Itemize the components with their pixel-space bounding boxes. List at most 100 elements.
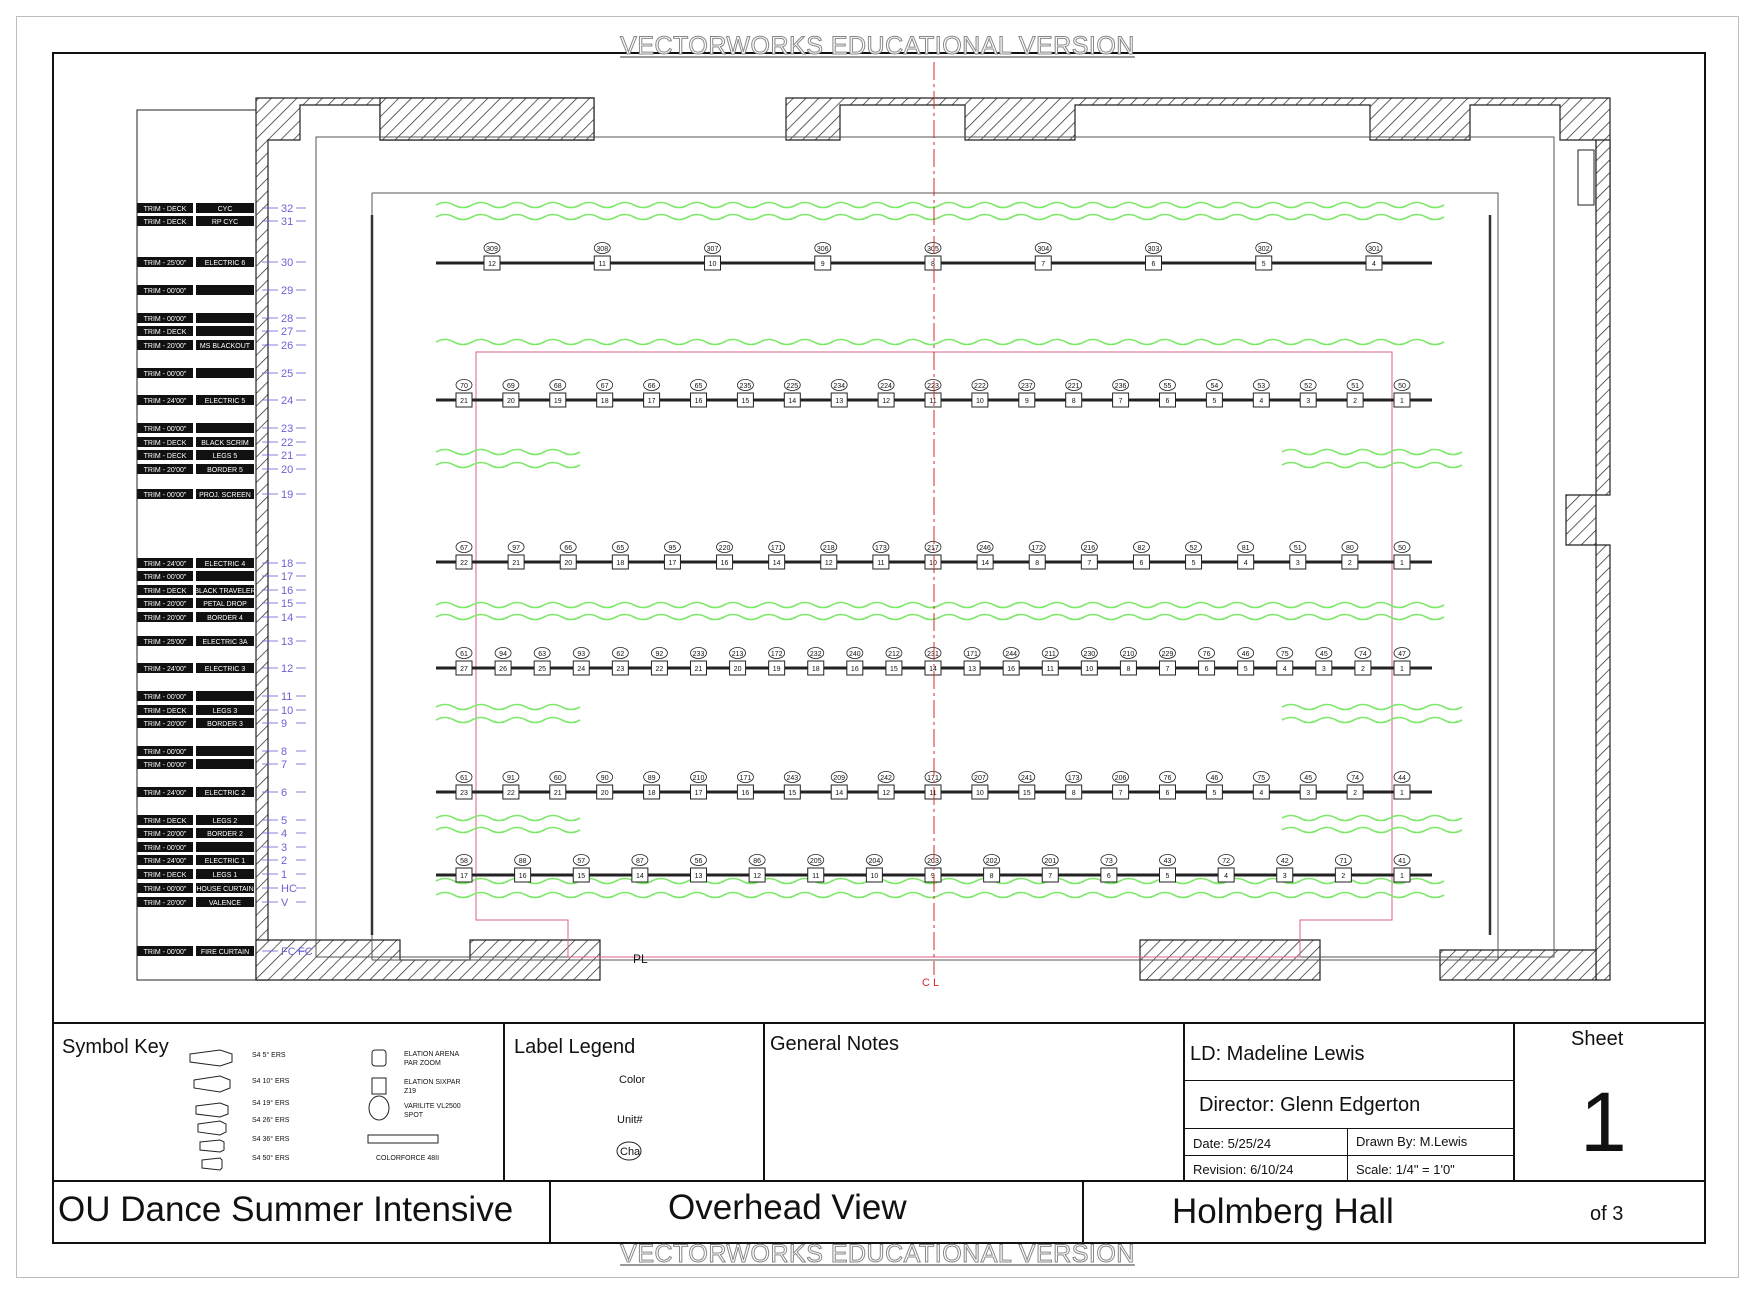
fixture-unit-number: 3 bbox=[1306, 790, 1310, 797]
lineset-row: TRIM - 00'00" 11 bbox=[137, 691, 306, 703]
lineset-number: 26 bbox=[281, 340, 293, 352]
fixture: 15 212 bbox=[885, 647, 903, 676]
scenery-border-2 bbox=[1281, 814, 1463, 822]
fixture: 13 56 bbox=[690, 854, 707, 883]
fixture-channel: 201 bbox=[1044, 858, 1056, 865]
lineset-number: 4 bbox=[281, 828, 287, 840]
fixture-unit-number: 20 bbox=[734, 666, 742, 673]
lineset-row: TRIM - DECK BLACK TRAVELER 16 bbox=[137, 585, 306, 597]
fixture: 7 201 bbox=[1041, 854, 1059, 883]
fixture-channel: 216 bbox=[1083, 545, 1095, 552]
fixture-unit-number: 11 bbox=[877, 560, 884, 567]
fixture: 14 209 bbox=[830, 771, 848, 800]
fixture: 8 202 bbox=[983, 854, 1001, 883]
fixture-unit-number: 12 bbox=[882, 790, 890, 797]
fixture-channel: 90 bbox=[601, 775, 609, 782]
fixture: 2 71 bbox=[1334, 854, 1352, 883]
fixture-unit-number: 19 bbox=[554, 398, 562, 405]
fixture-channel: 236 bbox=[1115, 383, 1127, 390]
fixture-unit-number: 2 bbox=[1348, 560, 1352, 567]
building-walls bbox=[255, 97, 1611, 981]
lineset-trim: TRIM - 00'00" bbox=[144, 426, 187, 433]
lineset-name: CYC bbox=[218, 206, 233, 213]
fixture-unit-number: 18 bbox=[812, 666, 820, 673]
lineset-row: TRIM - DECK LEGS 1 1 bbox=[137, 869, 306, 881]
fixture: 18 232 bbox=[807, 647, 825, 676]
fixture-channel: 91 bbox=[507, 775, 515, 782]
fixture-channel: 218 bbox=[823, 545, 835, 552]
fixture-unit-number: 9 bbox=[1025, 398, 1029, 405]
fixture: 27 61 bbox=[455, 647, 473, 676]
scenery-border-5 bbox=[435, 461, 581, 469]
fixture: 21 70 bbox=[455, 379, 473, 408]
fixture-unit-number: 12 bbox=[825, 560, 833, 567]
scenery-border-2 bbox=[435, 814, 581, 822]
lineset-row: TRIM - 00'00" 8 bbox=[137, 746, 306, 758]
lineset-row: TRIM - DECK LEGS 3 10 bbox=[137, 705, 306, 717]
lineset-name: ELECTRIC 5 bbox=[205, 398, 246, 405]
lineset-name: BORDER 5 bbox=[207, 467, 243, 474]
lineset-row: TRIM - 00'00" PROJ. SCREEN 19 bbox=[137, 489, 306, 501]
fixture-channel: 65 bbox=[695, 383, 703, 390]
fixture: 16 220 bbox=[716, 541, 734, 570]
fixture: 25 63 bbox=[533, 647, 551, 676]
fixture-unit-number: 19 bbox=[773, 666, 781, 673]
fixture: 8 210 bbox=[1119, 647, 1137, 676]
fixture: 21 233 bbox=[690, 647, 707, 676]
fixture-channel: 86 bbox=[753, 858, 761, 865]
fixture-unit-number: 7 bbox=[1119, 398, 1123, 405]
fixture-channel: 172 bbox=[771, 651, 783, 658]
fixture-channel: 66 bbox=[564, 545, 572, 552]
fixture: 7 229 bbox=[1159, 647, 1176, 676]
fixture: 1795 bbox=[663, 541, 681, 570]
fixture-unit-number: 7 bbox=[1048, 873, 1052, 880]
fixture: 12 86 bbox=[748, 854, 766, 883]
lineset-trim: TRIM - 24'00" bbox=[144, 858, 187, 865]
fixture-key-colorforce: COLORFORCE 48II bbox=[376, 1155, 440, 1162]
fixture-unit-number: 21 bbox=[695, 666, 703, 673]
lineset-name: BORDER 4 bbox=[207, 615, 243, 622]
fixture-unit-number: 13 bbox=[695, 873, 703, 880]
fixture-channel: 61 bbox=[460, 775, 468, 782]
fixture-channel: 50 bbox=[1398, 383, 1406, 390]
fixture-channel: 76 bbox=[1164, 775, 1172, 782]
lineset-trim: TRIM - DECK bbox=[144, 440, 187, 447]
lineset-name: ELECTRIC 2 bbox=[205, 790, 246, 797]
fixture: 2 51 bbox=[1346, 379, 1364, 408]
fixture: 8 221 bbox=[1065, 379, 1083, 408]
fixture-unit-number: 4 bbox=[1244, 560, 1248, 567]
label-legend-unit: Unit# bbox=[617, 1114, 643, 1126]
lineset-number: 19 bbox=[281, 489, 293, 501]
fixture-unit-number: 4 bbox=[1283, 666, 1287, 673]
fixture-channel: 62 bbox=[616, 651, 624, 658]
lineset-number: 17 bbox=[281, 571, 293, 583]
fixture: 23 61 bbox=[455, 771, 473, 800]
fixture-channel: 308 bbox=[596, 246, 608, 253]
fixture-unit-number: 21 bbox=[554, 790, 562, 797]
fixture: 7 304 bbox=[1034, 242, 1052, 271]
fixture-channel: 171 bbox=[966, 651, 978, 658]
fixture-channel: 210 bbox=[1123, 651, 1135, 658]
lineset-number: HC bbox=[281, 883, 297, 895]
fixture-channel: 243 bbox=[786, 775, 798, 782]
fixture-channel: 171 bbox=[927, 775, 939, 782]
fixture-channel: 41 bbox=[1398, 858, 1406, 865]
fixture: 10 217 bbox=[924, 541, 942, 570]
fixture: 1766 bbox=[643, 379, 661, 408]
fixture-unit-number: 27 bbox=[460, 666, 468, 673]
lineset-number: 6 bbox=[281, 787, 287, 799]
fixture-unit-number: 16 bbox=[721, 560, 729, 567]
fixture-channel: 46 bbox=[1242, 651, 1250, 658]
fixture: 23 62 bbox=[611, 647, 629, 676]
fixture-unit-number: 10 bbox=[976, 398, 984, 405]
fixture-unit-number: 26 bbox=[499, 666, 507, 673]
fixture-channel: 173 bbox=[1068, 775, 1080, 782]
fixture: 4 75 bbox=[1252, 771, 1270, 800]
lineset-trim: TRIM - 24'00" bbox=[144, 666, 187, 673]
fixture: 15 243 bbox=[783, 771, 801, 800]
fixture: 10 204 bbox=[865, 854, 883, 883]
fixture: 9 237 bbox=[1018, 379, 1036, 408]
fixture-channel: 56 bbox=[695, 858, 703, 865]
fixture-channel: 210 bbox=[693, 775, 705, 782]
fixture-unit-number: 21 bbox=[512, 560, 520, 567]
